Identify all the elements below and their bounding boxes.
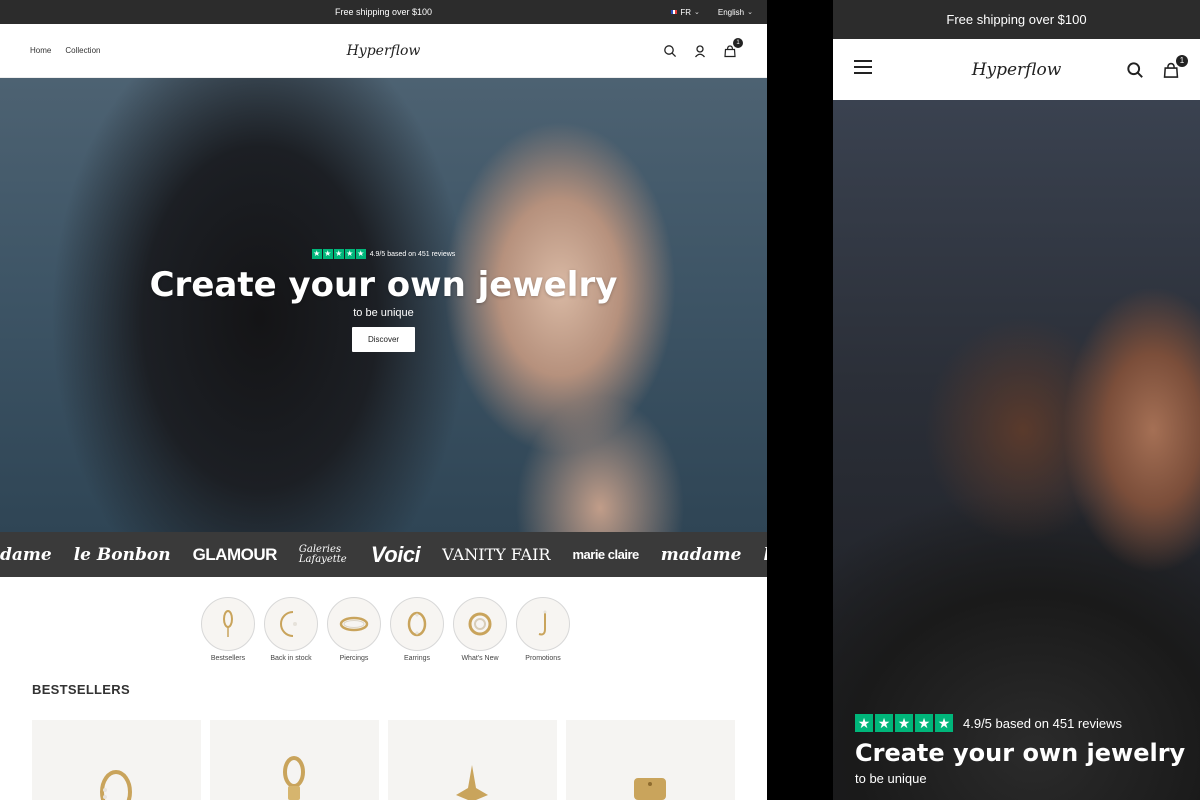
ear-cuff-icon — [516, 597, 570, 651]
category-bestsellers[interactable]: Bestsellers — [201, 597, 255, 662]
country-label: FR — [680, 7, 691, 17]
trustpilot-rating[interactable]: ★ ★ ★ ★ ★ 4.9/5 based on 451 reviews — [311, 249, 456, 259]
nav-home[interactable]: Home — [30, 46, 51, 55]
locale-selectors: FR ⌄ English ⌄ — [671, 0, 753, 24]
hoop-charm-earring-icon — [283, 756, 305, 800]
star-icon: ★ — [875, 714, 893, 732]
header-icons: 1 — [663, 37, 743, 58]
mobile-rating-text: 4.9/5 based on 451 reviews — [963, 715, 1122, 731]
gold-stud-icon — [634, 778, 666, 800]
mobile-logo-text: Hyperflow — [971, 59, 1062, 80]
star-icon: ★ — [333, 249, 344, 259]
rating-stars: ★ ★ ★ ★ ★ — [311, 249, 366, 259]
ring-icon — [327, 597, 381, 651]
announcement-bar: Free shipping over $100 FR ⌄ English ⌄ — [0, 0, 767, 24]
product-card[interactable] — [388, 720, 557, 800]
press-logo-madame: madame — [660, 544, 742, 565]
bestsellers-heading: BESTSELLERS — [32, 682, 130, 697]
press-logo-vanity-fair: VANITY FAIR — [442, 545, 551, 564]
cart-icon[interactable]: 1 — [1162, 54, 1188, 79]
category-back-in-stock[interactable]: Back in stock — [264, 597, 318, 662]
press-logo-madame: dame — [0, 544, 52, 565]
mobile-header: Hyperflow 1 — [833, 39, 1200, 100]
category-label: Bestsellers — [210, 655, 246, 662]
discover-button[interactable]: Discover — [351, 327, 416, 352]
account-icon[interactable] — [693, 44, 707, 58]
hero-banner: ★ ★ ★ ★ ★ 4.9/5 based on 451 reviews Create … — [0, 78, 767, 532]
desktop-view: Free shipping over $100 FR ⌄ English ⌄ H… — [0, 0, 767, 800]
cart-icon[interactable]: 1 — [723, 37, 743, 58]
press-logo-marie-claire: marie claire — [572, 547, 639, 562]
language-label: English — [717, 7, 745, 17]
mobile-hero-banner: ★ ★ ★ ★ ★ 4.9/5 based on 451 reviews Create … — [833, 100, 1200, 800]
hamburger-menu-icon[interactable] — [853, 58, 873, 81]
language-selector[interactable]: English ⌄ — [718, 8, 753, 17]
hoop-earring-icon — [390, 597, 444, 651]
category-label: What's New — [461, 655, 499, 662]
category-promotions[interactable]: Promotions — [516, 597, 570, 662]
press-logo-galeries-lafayette: Galeries Lafayette — [298, 543, 347, 565]
star-earring-icon — [456, 765, 488, 800]
logo[interactable]: Hyperflow — [347, 43, 421, 59]
france-flag-icon — [671, 10, 678, 14]
search-icon[interactable] — [663, 44, 677, 58]
category-label: Promotions — [525, 655, 561, 662]
star-icon: ★ — [855, 714, 873, 732]
press-logo-voici: Voici — [370, 541, 421, 567]
star-icon: ★ — [355, 249, 366, 259]
rating-text: 4.9/5 based on 451 reviews — [369, 250, 456, 258]
star-icon: ★ — [322, 249, 333, 259]
mobile-hero-subtitle: to be unique — [855, 771, 927, 786]
category-whats-new[interactable]: What's New — [453, 597, 507, 662]
product-card[interactable] — [32, 720, 201, 800]
product-card[interactable] — [210, 720, 379, 800]
mobile-announcement-bar: Free shipping over $100 — [833, 0, 1200, 39]
press-logos-strip: dame le Bonbon GLAMOUR Galeries Lafayett… — [0, 532, 767, 577]
bestsellers-grid — [32, 720, 735, 800]
category-earrings[interactable]: Earrings — [390, 597, 444, 662]
cart-count-badge: 1 — [1176, 54, 1188, 67]
chevron-down-icon: ⌄ — [694, 9, 700, 16]
search-icon[interactable] — [1126, 61, 1144, 79]
huggie-earring-icon — [100, 770, 132, 800]
earring-icon — [201, 597, 255, 651]
category-circles: Bestsellers Back in stock Piercings Earr… — [201, 597, 570, 662]
product-card[interactable] — [566, 720, 735, 800]
mobile-hero-title: Create your own jewelry — [855, 739, 1186, 767]
site-header: Home Collection Hyperflow 1 — [0, 24, 767, 78]
category-label: Piercings — [339, 655, 369, 662]
category-label: Earrings — [403, 655, 431, 662]
star-icon: ★ — [311, 249, 322, 259]
country-selector[interactable]: FR ⌄ — [671, 8, 700, 17]
cart-count-badge: 1 — [733, 37, 743, 48]
mobile-header-icons: 1 — [1126, 54, 1188, 79]
press-logo-le-bonbon: le Bonbon — [752, 545, 767, 565]
announcement-text: Free shipping over $100 — [334, 7, 433, 17]
mobile-announcement-text: Free shipping over $100 — [946, 12, 1087, 27]
mobile-logo[interactable]: Hyperflow — [972, 60, 1062, 80]
hero-content: ★ ★ ★ ★ ★ 4.9/5 based on 451 reviews Create … — [0, 243, 767, 352]
star-icon: ★ — [344, 249, 355, 259]
star-icon: ★ — [895, 714, 913, 732]
press-logo-glamour: GLAMOUR — [192, 544, 278, 564]
chevron-down-icon: ⌄ — [747, 9, 753, 16]
star-icon: ★ — [915, 714, 933, 732]
moon-earring-icon — [264, 597, 318, 651]
main-nav: Home Collection — [30, 46, 100, 55]
logo-text: Hyperflow — [346, 42, 421, 59]
hero-subtitle: to be unique — [353, 307, 414, 319]
nav-collection[interactable]: Collection — [65, 46, 100, 55]
cluster-ring-icon — [453, 597, 507, 651]
mobile-hero-content: ★ ★ ★ ★ ★ 4.9/5 based on 451 reviews Create … — [855, 714, 1185, 786]
rating-stars: ★ ★ ★ ★ ★ — [855, 714, 953, 732]
mobile-trustpilot-rating[interactable]: ★ ★ ★ ★ ★ 4.9/5 based on 451 reviews — [855, 714, 1122, 732]
category-piercings[interactable]: Piercings — [327, 597, 381, 662]
star-icon: ★ — [935, 714, 953, 732]
hero-title: Create your own jewelry — [149, 265, 618, 305]
category-label: Back in stock — [270, 655, 312, 662]
mobile-view: Free shipping over $100 Hyperflow 1 ★ ★ … — [833, 0, 1200, 800]
press-logo-le-bonbon: le Bonbon — [73, 544, 171, 565]
